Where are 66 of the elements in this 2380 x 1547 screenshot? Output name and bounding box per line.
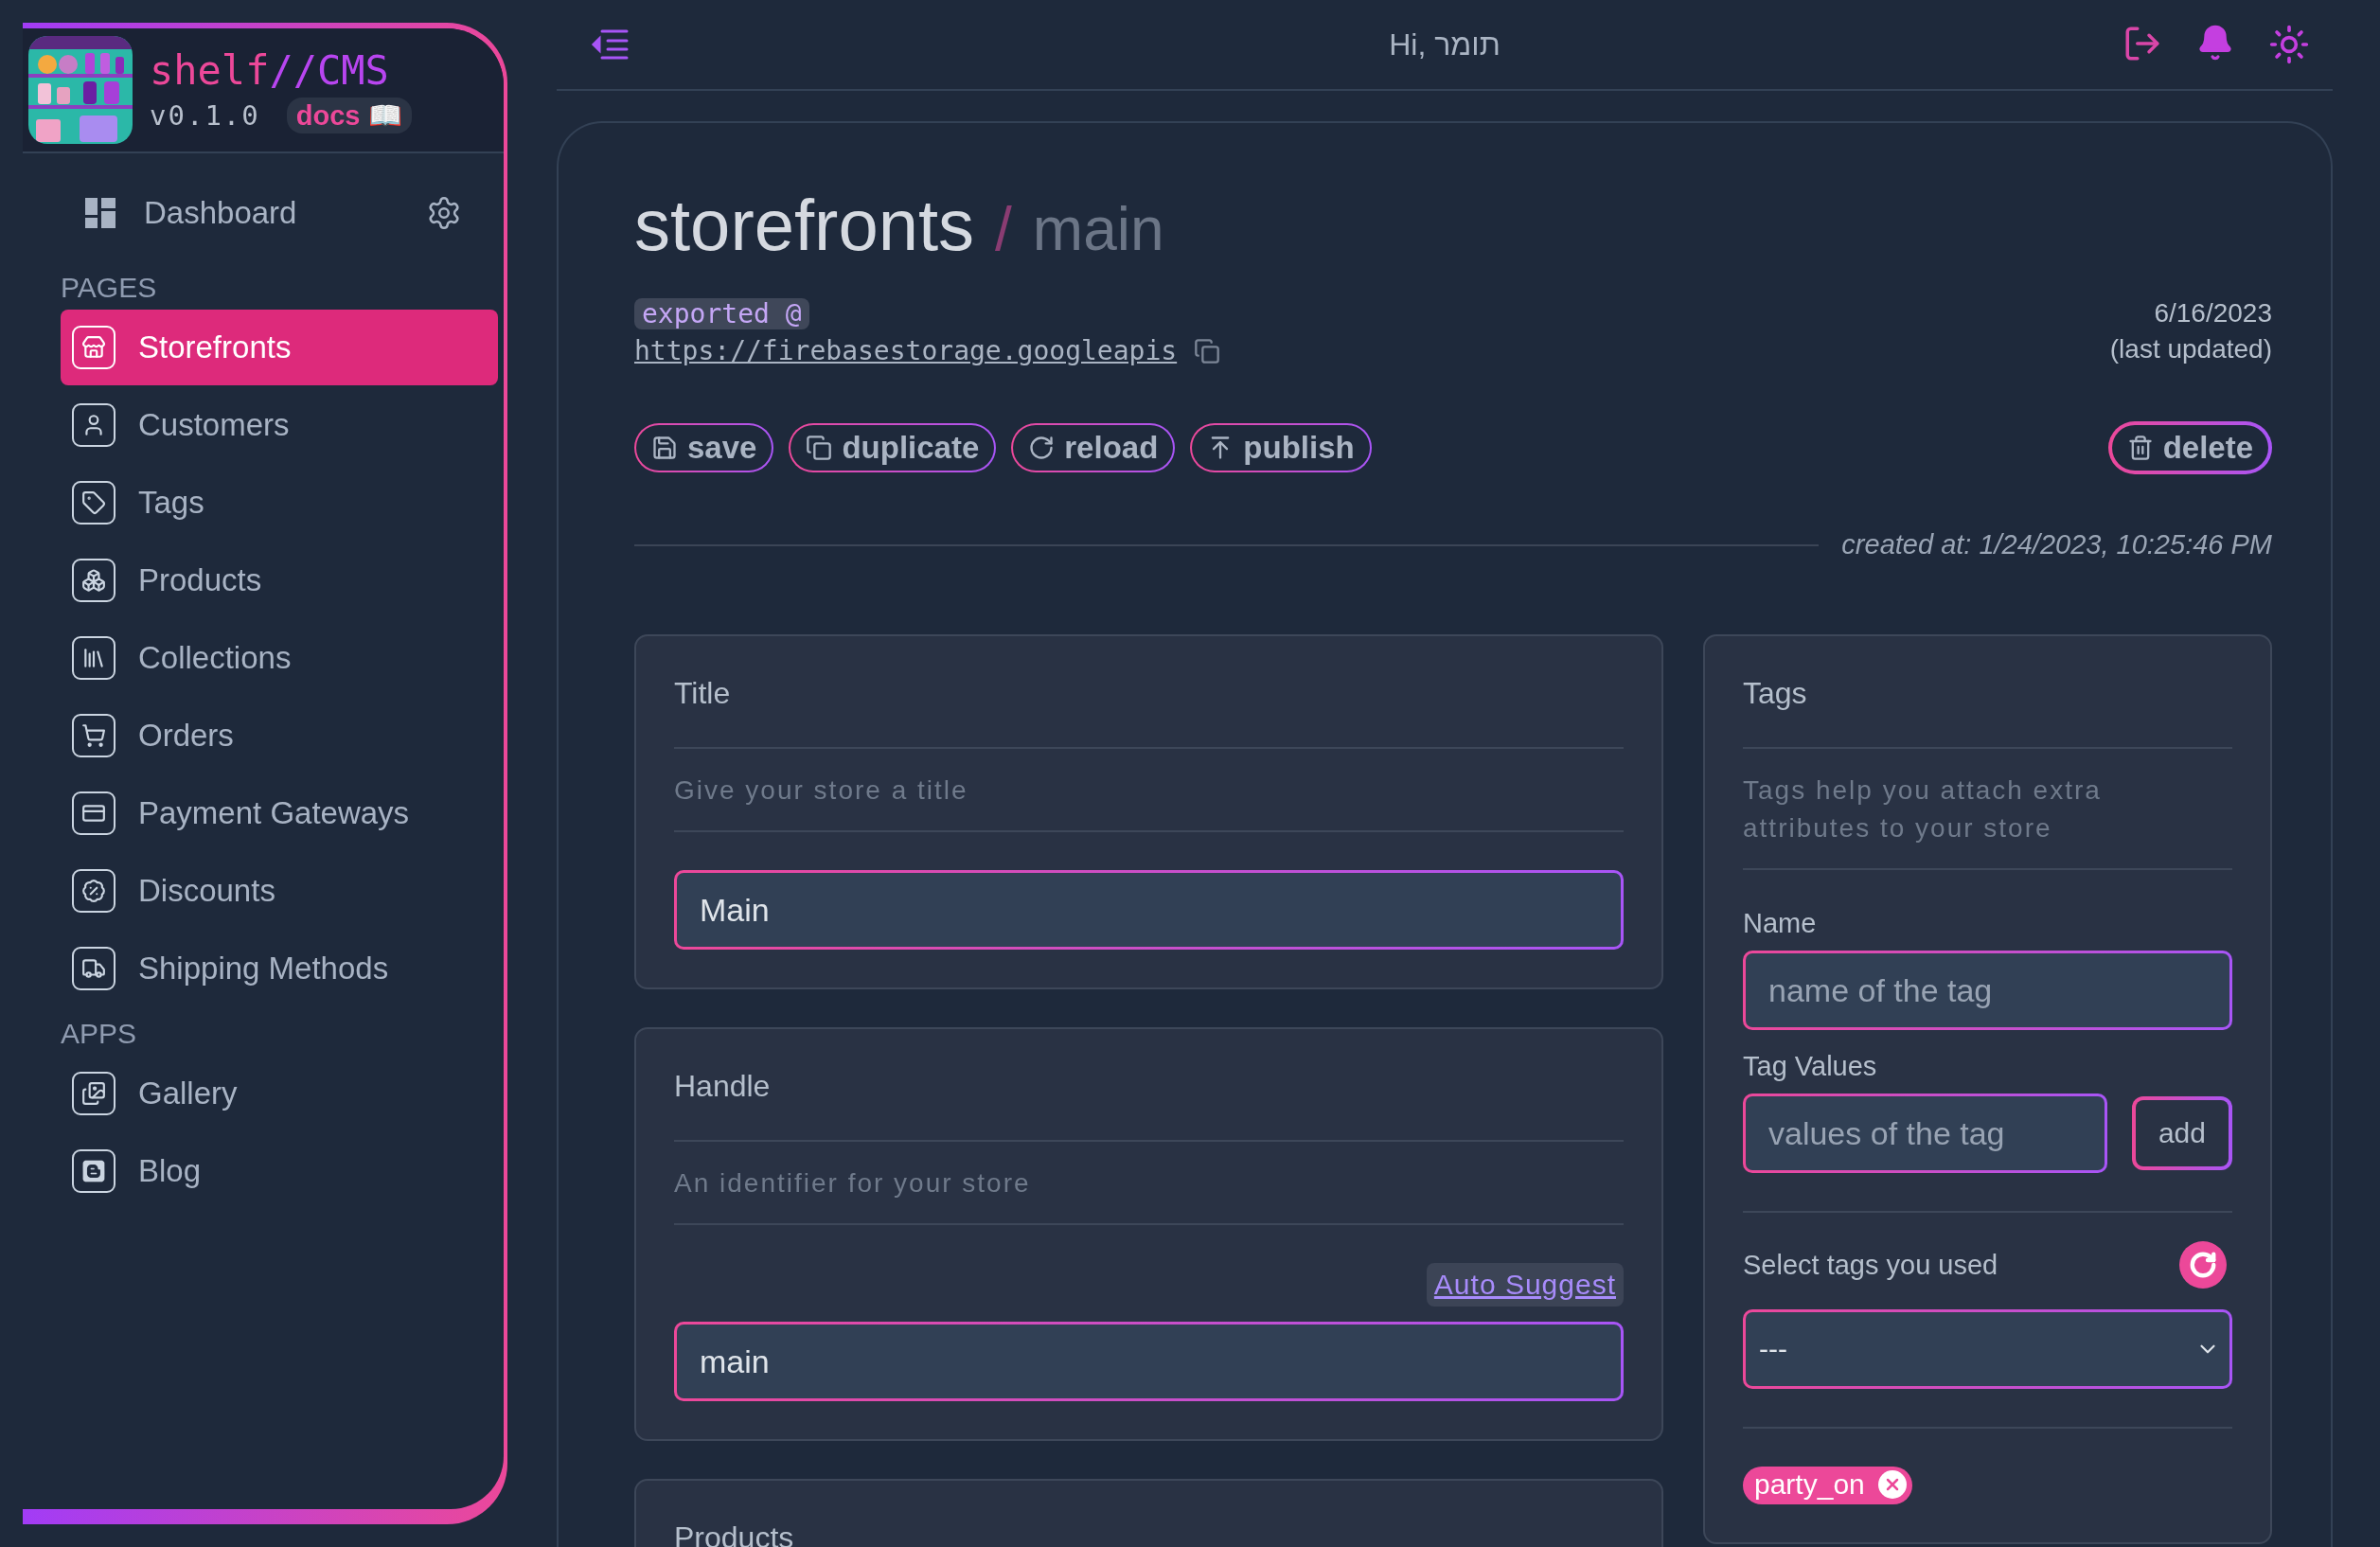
- truck-icon: [72, 947, 115, 990]
- sidebar-item[interactable]: Collections: [61, 620, 498, 696]
- sun-icon[interactable]: [2268, 24, 2310, 65]
- brand-name: shelf//CMS: [150, 46, 390, 94]
- title-input[interactable]: Main: [674, 870, 1624, 950]
- sidebar-item[interactable]: Blog: [61, 1133, 498, 1209]
- sidebar-item[interactable]: Tags: [61, 465, 498, 541]
- blog-icon: [72, 1149, 115, 1193]
- discount-icon: [72, 869, 115, 913]
- dashboard-link[interactable]: Dashboard: [144, 195, 398, 231]
- tag-chip-label: party_on: [1754, 1468, 1865, 1501]
- tag-icon: [72, 481, 115, 525]
- sidebar-item[interactable]: Storefronts: [61, 310, 498, 385]
- card-title: Title: [674, 676, 1624, 749]
- field-label: Tag Values: [1743, 1051, 1878, 1082]
- sidebar-item[interactable]: Customers: [61, 387, 498, 463]
- updated-date: 6/16/2023: [2154, 298, 2272, 329]
- version-label: v0.1.0: [150, 98, 260, 132]
- remove-tag-button[interactable]: [1877, 1470, 1907, 1499]
- store-icon: [72, 326, 115, 369]
- sidebar-item[interactable]: Orders: [61, 698, 498, 774]
- tag-values-input[interactable]: values of the tag: [1743, 1094, 2107, 1173]
- reload-icon: [1028, 435, 1056, 461]
- field-label: Select tags you used: [1743, 1249, 1998, 1281]
- auto-suggest-link[interactable]: Auto Suggest: [1426, 1263, 1624, 1307]
- user-icon: [72, 403, 115, 447]
- title-separator: /: [995, 194, 1012, 264]
- sidebar-item[interactable]: Products: [61, 542, 498, 618]
- exported-label: exported @: [634, 298, 809, 329]
- field-label: Name: [1743, 908, 1818, 939]
- card-title: Handle: [674, 1069, 1624, 1142]
- credit-card-icon: [72, 791, 115, 835]
- card-description: An identifier for your store: [674, 1142, 1624, 1225]
- cart-icon: [72, 714, 115, 757]
- reload-icon: [2189, 1251, 2217, 1279]
- tag-select[interactable]: ---: [1743, 1309, 2232, 1389]
- refresh-button[interactable]: [2179, 1241, 2227, 1289]
- sidebar-item[interactable]: Gallery: [61, 1056, 498, 1131]
- save-icon: [651, 435, 678, 461]
- export-url-link[interactable]: https://firebasestorage.googleapis: [634, 335, 1178, 366]
- copy-icon: [806, 435, 833, 461]
- sidebar-item[interactable]: Discounts: [61, 853, 498, 929]
- trash-icon: [2126, 435, 2154, 461]
- boxes-icon: [72, 559, 115, 602]
- greeting: Hi, תומר: [1389, 27, 1501, 62]
- handle-input[interactable]: main: [674, 1322, 1624, 1401]
- settings-icon[interactable]: [426, 195, 462, 231]
- tag-name-input[interactable]: name of the tag: [1743, 951, 2232, 1030]
- updated-label: (last updated): [2109, 334, 2272, 365]
- page-subtitle: main: [1032, 194, 1164, 264]
- docs-link[interactable]: docs 📖: [286, 97, 412, 133]
- section-heading: APPS: [61, 1018, 138, 1050]
- dashboard-icon: [85, 198, 115, 228]
- sidebar-item[interactable]: Payment Gateways: [61, 775, 498, 851]
- gallery-icon: [72, 1072, 115, 1115]
- page-title: storefronts: [634, 184, 975, 266]
- menu-collapse-icon[interactable]: [591, 28, 629, 61]
- card-description: Give your store a title: [674, 749, 1624, 832]
- publish-button[interactable]: publish: [1190, 423, 1372, 472]
- created-at: created at: 1/24/2023, 10:25:46 PM: [1841, 529, 2272, 560]
- sidebar-item[interactable]: Shipping Methods: [61, 931, 498, 1006]
- card-title: Tags: [1743, 676, 2232, 749]
- card-description: Tags help you attach extra attributes to your store: [1743, 749, 2232, 870]
- copy-icon[interactable]: [1194, 337, 1221, 365]
- collection-icon: [72, 636, 115, 680]
- section-heading: PAGES: [61, 272, 158, 304]
